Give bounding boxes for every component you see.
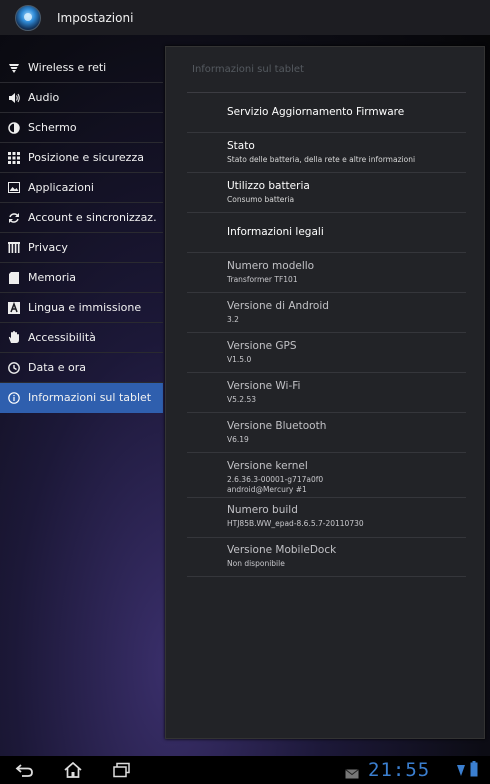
row-subtitle: V1.5.0 bbox=[227, 355, 252, 364]
row-subtitle: 2.6.36.3-00001-g717a0f0 android@Mercury … bbox=[227, 475, 324, 494]
row-subtitle: Transformer TF101 bbox=[227, 275, 298, 284]
sidebar-item-label: Accessibilità bbox=[28, 331, 96, 344]
system-bar: 21:55 bbox=[0, 756, 490, 784]
row-title: Versione GPS bbox=[227, 340, 297, 352]
sidebar-item-label: Posizione e sicurezza bbox=[28, 151, 144, 164]
sidebar-item-label: Informazioni sul tablet bbox=[28, 391, 152, 404]
row-subtitle: Non disponibile bbox=[227, 559, 285, 568]
back-icon[interactable] bbox=[15, 762, 35, 778]
sidebar-item-date-time[interactable]: Data e ora bbox=[0, 353, 163, 383]
row-title: Versione MobileDock bbox=[227, 544, 337, 556]
sidebar-item-location-security[interactable]: Posizione e sicurezza bbox=[0, 143, 163, 173]
sidebar-item-accounts-sync[interactable]: Account e sincronizzaz. bbox=[0, 203, 163, 233]
row-battery-use[interactable]: Utilizzo batteria Consumo batteria bbox=[187, 173, 466, 213]
row-bluetooth-version: Versione Bluetooth V6.19 bbox=[187, 413, 466, 453]
home-icon[interactable] bbox=[63, 761, 83, 778]
sidebar-item-label: Audio bbox=[28, 91, 60, 104]
notification-mail-icon[interactable] bbox=[345, 764, 359, 783]
about-tablet-panel: Informazioni sul tablet Servizio Aggiorn… bbox=[165, 46, 485, 739]
action-bar: Impostazioni bbox=[0, 0, 490, 35]
row-build-number: Numero build HTJ85B.WW_epad-8.6.5.7-2011… bbox=[187, 498, 466, 538]
sidebar-item-label: Schermo bbox=[28, 121, 77, 134]
row-subtitle: V6.19 bbox=[227, 435, 249, 444]
sidebar-item-applications[interactable]: Applicazioni bbox=[0, 173, 163, 203]
keyboard-a-icon bbox=[7, 301, 21, 315]
wifi-signal-icon bbox=[456, 762, 466, 781]
panel-heading: Informazioni sul tablet bbox=[192, 64, 304, 75]
sidebar-item-wireless[interactable]: Wireless e reti bbox=[0, 53, 163, 83]
row-legal-info[interactable]: Informazioni legali bbox=[187, 213, 466, 253]
info-icon bbox=[7, 391, 21, 405]
row-title: Stato bbox=[227, 140, 255, 152]
row-wifi-version: Versione Wi-Fi V5.2.53 bbox=[187, 373, 466, 413]
status-clock[interactable]: 21:55 bbox=[368, 759, 430, 781]
row-kernel-version: Versione kernel 2.6.36.3-00001-g717a0f0 … bbox=[187, 453, 466, 498]
settings-sidebar: Wireless e reti Audio Schermo Posizione … bbox=[0, 53, 163, 413]
sidebar-item-label: Privacy bbox=[28, 241, 68, 254]
speaker-icon bbox=[7, 91, 21, 105]
row-subtitle: HTJ85B.WW_epad-8.6.5.7-20110730 bbox=[227, 519, 364, 528]
row-gps-version: Versione GPS V1.5.0 bbox=[187, 333, 466, 373]
sync-icon bbox=[7, 211, 21, 225]
sidebar-item-privacy[interactable]: Privacy bbox=[0, 233, 163, 263]
privacy-icon bbox=[7, 241, 21, 255]
row-title: Numero modello bbox=[227, 260, 315, 272]
recent-apps-icon[interactable] bbox=[112, 762, 132, 778]
row-title: Informazioni legali bbox=[227, 226, 324, 238]
row-model-number: Numero modello Transformer TF101 bbox=[187, 253, 466, 293]
row-title: Numero build bbox=[227, 504, 298, 516]
sd-card-icon bbox=[7, 271, 21, 285]
sidebar-item-label: Wireless e reti bbox=[28, 61, 107, 74]
row-subtitle: V5.2.53 bbox=[227, 395, 256, 404]
row-title: Versione di Android bbox=[227, 300, 329, 312]
row-subtitle: 3.2 bbox=[227, 315, 239, 324]
sidebar-item-label: Data e ora bbox=[28, 361, 87, 374]
sidebar-item-label: Lingua e immissione bbox=[28, 301, 142, 314]
row-subtitle: Consumo batteria bbox=[227, 195, 295, 204]
sidebar-item-display[interactable]: Schermo bbox=[0, 113, 163, 143]
settings-app-icon[interactable] bbox=[15, 4, 41, 31]
row-title: Servizio Aggiornamento Firmware bbox=[227, 106, 405, 118]
sidebar-item-about-tablet[interactable]: Informazioni sul tablet bbox=[0, 383, 163, 413]
row-mobiledock-version: Versione MobileDock Non disponibile bbox=[187, 538, 466, 577]
row-subtitle: Stato delle batteria, della rete e altre… bbox=[227, 155, 416, 164]
row-title: Versione kernel bbox=[227, 460, 308, 472]
app-title: Impostazioni bbox=[57, 10, 134, 25]
row-android-version: Versione di Android 3.2 bbox=[187, 293, 466, 333]
sidebar-item-language-input[interactable]: Lingua e immissione bbox=[0, 293, 163, 323]
sidebar-item-label: Account e sincronizzaz. bbox=[28, 211, 157, 224]
image-icon bbox=[7, 181, 21, 195]
hand-icon bbox=[7, 331, 21, 345]
sidebar-item-audio[interactable]: Audio bbox=[0, 83, 163, 113]
clock-icon bbox=[7, 361, 21, 375]
wifi-icon bbox=[7, 61, 21, 75]
row-status[interactable]: Stato Stato delle batteria, della rete e… bbox=[187, 133, 466, 173]
sidebar-item-label: Applicazioni bbox=[28, 181, 94, 194]
sidebar-item-storage[interactable]: Memoria bbox=[0, 263, 163, 293]
grid-icon bbox=[7, 151, 21, 165]
battery-icon bbox=[470, 761, 478, 781]
sidebar-item-accessibility[interactable]: Accessibilità bbox=[0, 323, 163, 353]
row-title: Utilizzo batteria bbox=[227, 180, 310, 192]
sidebar-item-label: Memoria bbox=[28, 271, 77, 284]
row-firmware-update[interactable]: Servizio Aggiornamento Firmware bbox=[187, 93, 466, 133]
row-title: Versione Wi-Fi bbox=[227, 380, 301, 392]
brightness-icon bbox=[7, 121, 21, 135]
row-title: Versione Bluetooth bbox=[227, 420, 327, 432]
